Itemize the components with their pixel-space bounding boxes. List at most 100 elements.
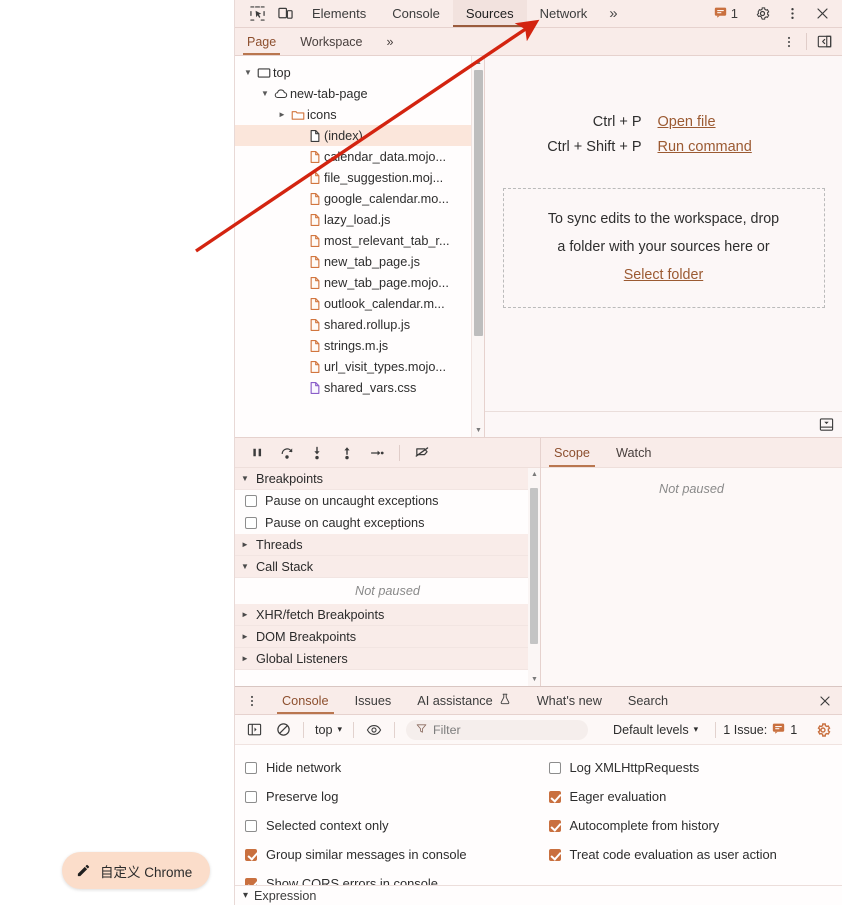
drawer-tab-console[interactable]: Console [269, 687, 342, 714]
console-filter-input[interactable]: Filter [406, 719, 589, 740]
console-setting-eager-evaluation-checkbox[interactable] [548, 790, 561, 803]
console-sidebar-icon[interactable] [241, 718, 267, 742]
console-setting-log-xmlhttprequests-checkbox[interactable] [548, 761, 561, 774]
console-setting-hide-network[interactable]: Hide network [235, 753, 539, 782]
drawer-tab-whats-new[interactable]: What's new [524, 687, 615, 714]
tree-item-file-suggestion-moj[interactable]: file_suggestion.moj... [235, 167, 484, 188]
tree-item-google-calendar-mo[interactable]: google_calendar.mo... [235, 188, 484, 209]
breakpoints-scrollbar[interactable]: ▲ ▼ [528, 468, 540, 686]
twisty-expanded-icon[interactable]: ▼ [258, 89, 272, 98]
navigator-scrollbar[interactable]: ▲ ▼ [471, 56, 484, 437]
run-command-link[interactable]: Run command [658, 139, 818, 155]
inspect-element-icon[interactable] [243, 0, 271, 27]
section-call-stack[interactable]: ▼ Call Stack [235, 556, 540, 578]
tree-item-calendar-data-mojo[interactable]: calendar_data.mojo... [235, 146, 484, 167]
console-setting-hide-network-checkbox[interactable] [245, 761, 257, 774]
tab-network[interactable]: Network [527, 0, 601, 27]
customize-chrome-button[interactable]: 自定义 Chrome [62, 852, 211, 889]
twisty-expanded-icon[interactable]: ▼ [241, 68, 255, 77]
scroll-down-icon[interactable]: ▼ [528, 673, 540, 686]
pause-script-button[interactable] [243, 440, 271, 466]
tree-item-url-visit-types-mojo[interactable]: url_visit_types.mojo... [235, 356, 484, 377]
console-setting-autocomplete-from-history[interactable]: Autocomplete from history [539, 811, 842, 840]
console-levels-dropdown[interactable]: Default levels ▾ [613, 723, 698, 737]
drawer-more-options-icon[interactable] [235, 687, 269, 714]
tab-console[interactable]: Console [379, 0, 453, 27]
console-setting-treat-code-evaluation-as-user-action-checkbox[interactable] [548, 848, 561, 861]
console-setting-group-similar-messages-in-console[interactable]: Group similar messages in console [235, 840, 539, 869]
gear-icon[interactable] [810, 718, 836, 742]
tree-item-shared-rollup-js[interactable]: shared.rollup.js [235, 314, 484, 335]
section-dom-breakpoints[interactable]: ► DOM Breakpoints [235, 626, 540, 648]
tab-scope[interactable]: Scope [541, 438, 603, 467]
clear-console-icon[interactable] [270, 718, 296, 742]
close-icon[interactable] [808, 6, 836, 21]
breakpoints-scrollbar-thumb[interactable] [530, 488, 538, 644]
console-setting-selected-context-only-checkbox[interactable] [245, 819, 257, 832]
drawer-tab-search[interactable]: Search [615, 687, 681, 714]
live-expression-icon[interactable] [361, 718, 387, 742]
console-context-selector[interactable]: top ▾ [311, 723, 346, 737]
tree-item-strings-m-js[interactable]: strings.m.js [235, 335, 484, 356]
collapse-sidebar-icon[interactable] [807, 28, 842, 55]
tree-item-label: new_tab_page.mojo... [324, 275, 449, 290]
section-global-listeners[interactable]: ► Global Listeners [235, 648, 540, 670]
step-into-button[interactable] [303, 440, 331, 466]
tree-item-new-tab-page-js[interactable]: new_tab_page.js [235, 251, 484, 272]
scroll-down-icon[interactable]: ▼ [472, 424, 484, 437]
console-setting-eager-evaluation[interactable]: Eager evaluation [539, 782, 842, 811]
console-setting-autocomplete-from-history-checkbox[interactable] [548, 819, 561, 832]
pause-on-caught-exceptions-row[interactable]: Pause on caught exceptions [235, 512, 540, 534]
navigator-more-options-icon[interactable] [772, 28, 806, 55]
live-expression-section[interactable]: ▾ Expression [235, 885, 842, 905]
issues-badge[interactable]: 1 [706, 0, 746, 28]
console-setting-treat-code-evaluation-as-user-action[interactable]: Treat code evaluation as user action [539, 840, 842, 869]
tree-item-new-tab-page-mojo[interactable]: new_tab_page.mojo... [235, 272, 484, 293]
navigator-scrollbar-thumb[interactable] [474, 70, 483, 336]
tree-item-index[interactable]: (index) [235, 125, 484, 146]
tree-item-new-tab-page[interactable]: ▼ new-tab-page [235, 83, 484, 104]
deactivate-breakpoints-icon[interactable] [408, 440, 436, 466]
console-setting-preserve-log[interactable]: Preserve log [235, 782, 539, 811]
tab-watch[interactable]: Watch [603, 438, 665, 467]
pause-on-caught-exceptions-checkbox[interactable] [245, 517, 257, 529]
twisty-collapsed-icon[interactable]: ► [275, 110, 289, 119]
section-breakpoints[interactable]: ▼ Breakpoints [235, 468, 540, 490]
tree-item-most-relevant-tab-r[interactable]: most_relevant_tab_r... [235, 230, 484, 251]
console-setting-selected-context-only[interactable]: Selected context only [235, 811, 539, 840]
step-out-button[interactable] [333, 440, 361, 466]
tab-elements[interactable]: Elements [299, 0, 379, 27]
pause-on-uncaught-exceptions-checkbox[interactable] [245, 495, 257, 507]
sub-tab-workspace[interactable]: Workspace [288, 28, 374, 55]
tree-item-shared-vars-css[interactable]: shared_vars.css [235, 377, 484, 398]
tree-item-lazy-load-js[interactable]: lazy_load.js [235, 209, 484, 230]
tab-sources[interactable]: Sources [452, 0, 527, 27]
sub-tabs-overflow-button[interactable]: » [375, 28, 406, 55]
scroll-up-icon[interactable]: ▲ [528, 468, 540, 481]
workspace-dropzone[interactable]: To sync edits to the workspace, drop a f… [502, 188, 825, 308]
device-toolbar-icon[interactable] [271, 0, 299, 27]
sub-tab-page[interactable]: Page [235, 28, 288, 55]
select-folder-link[interactable]: Select folder [624, 267, 703, 283]
drawer-tab-ai-assistance[interactable]: AI assistance [404, 687, 523, 714]
section-threads[interactable]: ► Threads [235, 534, 540, 556]
tree-item-outlook-calendar-m[interactable]: outlook_calendar.m... [235, 293, 484, 314]
main-tabs-overflow-button[interactable]: » [600, 0, 626, 27]
step-button[interactable] [363, 440, 391, 466]
tree-item-icons[interactable]: ► icons [235, 104, 484, 125]
console-issues-badge[interactable]: 1 Issue: 1 [723, 722, 797, 738]
step-over-button[interactable] [273, 440, 301, 466]
drawer-close-icon[interactable] [808, 687, 842, 714]
pause-on-uncaught-exceptions-row[interactable]: Pause on uncaught exceptions [235, 490, 540, 512]
scroll-up-icon[interactable]: ▲ [472, 56, 484, 69]
section-xhr-fetch-breakpoints[interactable]: ► XHR/fetch Breakpoints [235, 604, 540, 626]
console-setting-preserve-log-checkbox[interactable] [245, 790, 257, 803]
tree-item-top[interactable]: ▼ top [235, 62, 484, 83]
open-file-link[interactable]: Open file [658, 114, 818, 130]
console-setting-log-xmlhttprequests[interactable]: Log XMLHttpRequests [539, 753, 842, 782]
drawer-tab-issues[interactable]: Issues [342, 687, 405, 714]
more-vertical-icon[interactable] [778, 6, 806, 21]
gear-icon[interactable] [748, 6, 776, 21]
console-setting-group-similar-messages-in-console-checkbox[interactable] [245, 848, 257, 861]
show-drawer-icon[interactable] [819, 417, 834, 432]
